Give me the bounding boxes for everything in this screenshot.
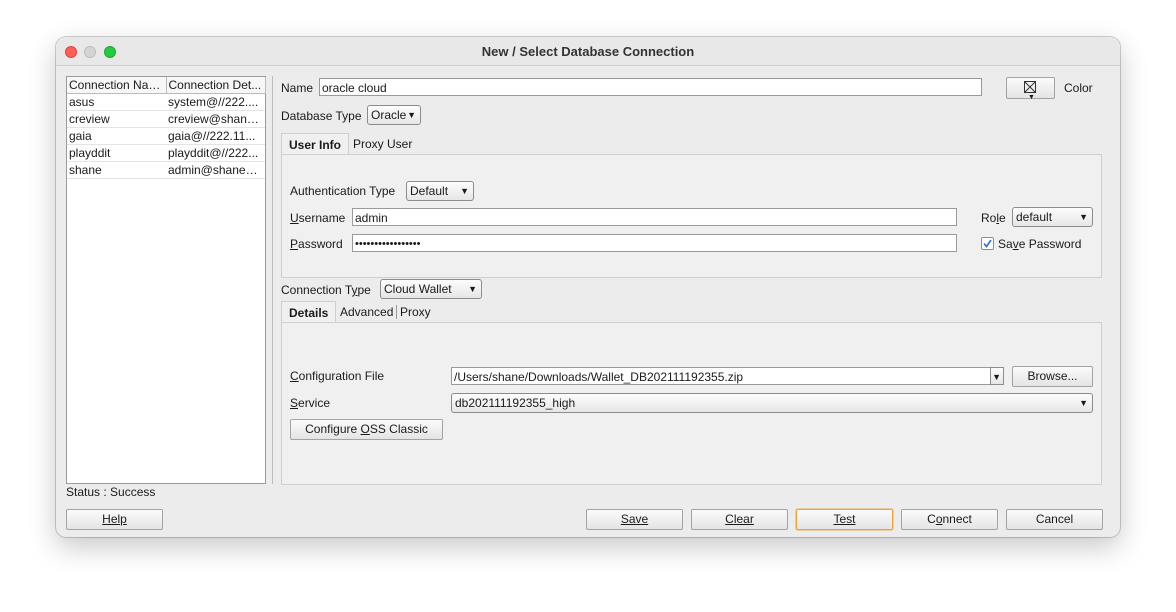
role-label: Role — [981, 211, 1006, 225]
chevron-down-icon: ▼ — [992, 372, 1001, 382]
chevron-down-icon: ▼ — [1079, 212, 1088, 222]
tab-details[interactable]: Details — [281, 301, 337, 323]
connection-name: playddit — [67, 144, 166, 162]
connection-details: gaia@//222.11... — [166, 127, 265, 145]
connection-name: creview — [67, 110, 166, 128]
connection-name: gaia — [67, 127, 166, 145]
password-label: Password — [290, 237, 343, 251]
connection-type-value: Cloud Wallet — [384, 282, 452, 296]
database-type-select[interactable]: Oracle ▼ — [367, 105, 421, 125]
username-label: Username — [290, 211, 346, 225]
chevron-down-icon: ▼ — [1079, 398, 1088, 408]
table-row[interactable]: asus system@//222.... — [67, 93, 265, 111]
authentication-type-select[interactable]: Default ▼ — [406, 181, 474, 201]
connection-table: Connection Name Connection Det... asus sy… — [67, 77, 266, 179]
tab-user-info[interactable]: User Info — [281, 133, 350, 155]
connection-dialog: New / Select Database Connection Connect… — [56, 37, 1120, 537]
connection-type-label: Connection Type — [281, 283, 371, 297]
connection-list[interactable]: Connection Name Connection Det... asus sy… — [66, 76, 266, 484]
chevron-down-icon: ▼ — [460, 186, 469, 196]
database-type-value: Oracle — [371, 108, 407, 122]
connection-name: shane — [67, 161, 166, 179]
tab-proxy[interactable]: Proxy — [400, 301, 431, 323]
service-value: db202111192355_high — [455, 396, 576, 410]
database-type-label: Database Type — [281, 109, 362, 123]
color-label: Color — [1064, 81, 1093, 95]
authentication-type-value: Default — [410, 184, 449, 198]
name-label: Name — [281, 81, 314, 95]
configuration-file-dropdown[interactable]: ▼ — [990, 367, 1004, 385]
cancel-button[interactable]: Cancel — [1006, 509, 1103, 530]
split-divider[interactable] — [272, 76, 273, 484]
chevron-down-icon: ▼ — [468, 284, 477, 294]
tab-separator — [396, 305, 397, 319]
configuration-file-input[interactable]: /Users/shane/Downloads/Wallet_DB20211119… — [451, 367, 991, 385]
browse-button[interactable]: Browse... — [1012, 366, 1093, 387]
status-text: Status : Success — [66, 485, 156, 499]
save-password-checkbox[interactable] — [981, 237, 994, 250]
clear-button[interactable]: Clear — [691, 509, 788, 530]
window-title: New / Select Database Connection — [481, 44, 695, 59]
title-bar: New / Select Database Connection — [56, 37, 1120, 66]
connection-details: playddit@//222... — [166, 144, 265, 162]
tab-advanced[interactable]: Advanced — [340, 301, 393, 323]
chevron-down-icon: ▼ — [1028, 94, 1035, 101]
table-row[interactable]: creview creview@shane_... — [67, 110, 265, 128]
test-button[interactable]: Test — [796, 509, 893, 530]
table-row[interactable]: gaia gaia@//222.11... — [67, 127, 265, 145]
tab-proxy-user[interactable]: Proxy User — [353, 133, 412, 155]
connection-type-select[interactable]: Cloud Wallet ▼ — [380, 279, 482, 299]
connect-button[interactable]: Connect — [901, 509, 998, 530]
configuration-file-label: Configuration File — [290, 369, 385, 383]
table-row[interactable]: shane admin@shane_h... — [67, 161, 265, 179]
configure-oss-classic-button[interactable]: Configure OSS Classic — [290, 419, 443, 440]
name-input[interactable]: oracle cloud — [319, 78, 982, 96]
save-button[interactable]: Save — [586, 509, 683, 530]
chevron-down-icon: ▼ — [407, 110, 416, 120]
user-info-panel: Authentication Type Default ▼ Username a… — [281, 154, 1102, 278]
column-header-connection-details[interactable]: Connection Det... — [166, 77, 266, 94]
color-button[interactable]: ▼ — [1006, 77, 1055, 101]
connection-details: system@//222.... — [166, 93, 265, 111]
column-header-connection-name[interactable]: Connection Name — [67, 77, 167, 94]
table-row[interactable]: playddit playddit@//222... — [67, 144, 265, 162]
username-input[interactable]: admin — [352, 208, 957, 226]
authentication-type-label: Authentication Type — [290, 184, 396, 198]
details-panel: Configuration File /Users/shane/Download… — [281, 322, 1102, 485]
service-label: Service — [290, 396, 331, 410]
service-select[interactable]: db202111192355_high ▼ — [451, 393, 1093, 413]
checkmark-icon — [983, 239, 992, 248]
connection-details: creview@shane_... — [166, 110, 265, 128]
connection-details: admin@shane_h... — [166, 161, 265, 179]
password-input[interactable]: ••••••••••••••••• — [352, 234, 957, 252]
connection-name: asus — [67, 93, 166, 111]
help-button[interactable]: Help — [66, 509, 163, 530]
role-select[interactable]: default ▼ — [1012, 207, 1093, 227]
role-value: default — [1016, 210, 1053, 224]
save-password-label: Save Password — [998, 237, 1082, 251]
